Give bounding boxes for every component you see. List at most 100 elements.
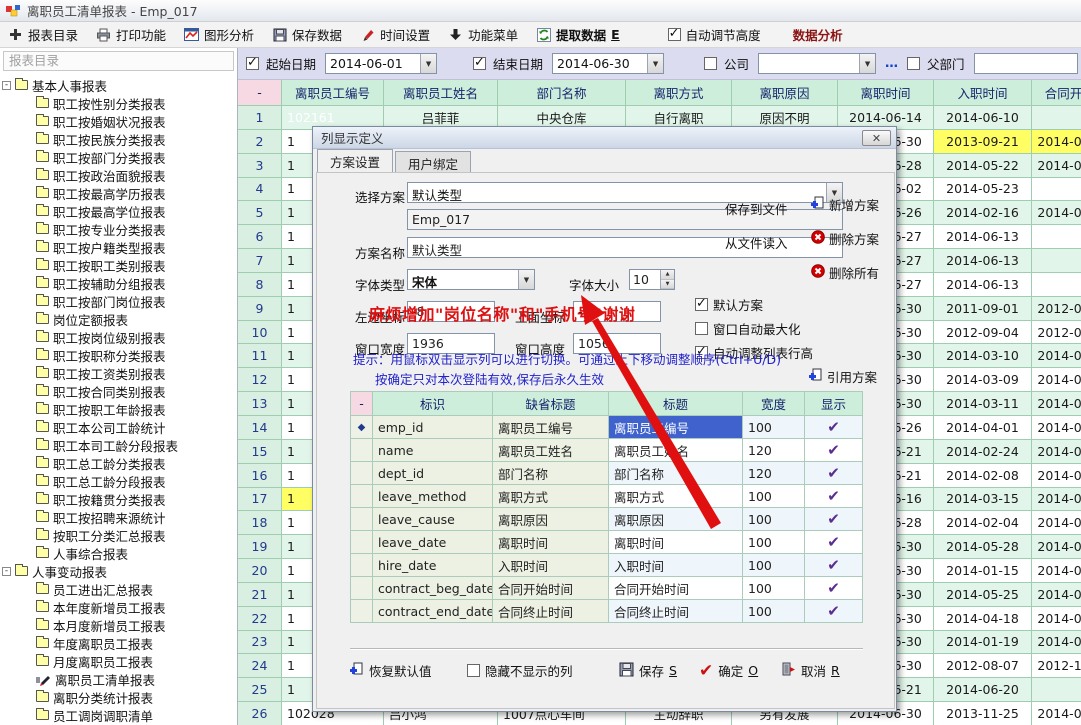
column-cell[interactable]: contract_end_date [373,600,493,623]
company-combo[interactable]: ▼ [758,53,876,74]
grid-cell[interactable]: 2014-02 [1032,631,1081,655]
grid-column-header[interactable]: 离职原因 [732,80,838,106]
grid-cell[interactable]: 2014-03-09 [934,368,1032,392]
column-row[interactable]: leave_method离职方式离职方式100✔ [351,485,863,508]
tree-item[interactable]: 职工本公司工龄统计 [2,418,236,436]
grid-cell[interactable]: 23 [238,631,282,655]
grid-cell[interactable]: 2014-05 [1032,154,1081,178]
grid-cell[interactable]: 20 [238,559,282,583]
tree-item[interactable]: 员工进出汇总报表 [2,580,236,598]
save-data-button[interactable]: 保存数据 [272,25,342,44]
tree-item[interactable]: 职工按合同类别报表 [2,382,236,400]
tree-item[interactable]: 职工按岗位级别报表 [2,328,236,346]
data-analysis-button[interactable]: 数据分析 [793,25,843,44]
tree-item[interactable]: 职工总工龄分段报表 [2,472,236,490]
grid-cell[interactable]: 2014-02-16 [934,201,1032,225]
tree-item[interactable]: 职工按职工类别报表 [2,256,236,274]
grid-column-header[interactable]: 离职时间 [838,80,934,106]
grid-cell[interactable]: 2014-02 [1032,440,1081,464]
auto-height-checkbox[interactable]: ✓ [668,28,681,41]
grid-cell[interactable]: 21 [238,583,282,607]
grid-column-header[interactable]: 部门名称 [498,80,626,106]
column-cell[interactable]: 100 [743,416,805,439]
column-cell[interactable]: 离职时间 [493,531,609,554]
column-cell[interactable]: 离职员工姓名 [609,439,743,462]
tree-item[interactable]: 职工按政治面貌报表 [2,166,236,184]
delete-all-button[interactable]: 删除所有 [811,263,879,282]
tree-item[interactable]: 职工按工资类别报表 [2,364,236,382]
tab-user-binding[interactable]: 用户绑定 [395,151,471,172]
grid-cell[interactable]: 2014-05-25 [934,583,1032,607]
column-cell[interactable]: 入职时间 [609,554,743,577]
time-settings-button[interactable]: 时间设置 [360,25,430,44]
grid-cell[interactable]: 19 [238,535,282,559]
grid-cell[interactable]: 2 [238,130,282,154]
grid-cell[interactable]: 2014-05-23 [934,178,1032,202]
tree-item[interactable]: 职工按部门分类报表 [2,148,236,166]
grid-column-header[interactable]: 离职员工编号 [282,80,384,106]
tree-group[interactable]: -基本人事报表 [2,76,236,94]
column-cell[interactable]: 合同开始时间 [609,577,743,600]
grid-cell[interactable]: 2014-06-10 [934,106,1032,130]
tree-item[interactable]: 职工按专业分类报表 [2,220,236,238]
grid-cell[interactable] [1032,106,1081,130]
grid-cell[interactable]: 2014-03 [1032,392,1081,416]
dialog-close-button[interactable]: ✕ [862,130,891,146]
grid-cell[interactable]: 2014-05-22 [934,154,1032,178]
print-button[interactable]: 打印功能 [96,25,166,44]
tree-item[interactable]: 职工按最高学位报表 [2,202,236,220]
tree-item[interactable]: 职工按最高学历报表 [2,184,236,202]
grid-cell[interactable]: 24 [238,654,282,678]
grid-cell[interactable]: 2014-03 [1032,368,1081,392]
grid-cell[interactable] [1032,178,1081,202]
grid-cell[interactable]: 12 [238,368,282,392]
grid-cell[interactable]: 2014-01 [1032,702,1081,725]
grid-cell[interactable]: 2014-03-10 [934,344,1032,368]
column-cell[interactable]: hire_date [373,554,493,577]
column-cell[interactable]: leave_cause [373,508,493,531]
grid-column-header[interactable]: 入职时间 [934,80,1032,106]
column-cell[interactable]: 部门名称 [609,462,743,485]
tree-item[interactable]: 职工按籍贯分类报表 [2,490,236,508]
tree-item[interactable]: 离职分类统计报表 [2,688,236,706]
grid-cell[interactable]: 2014-05 [1032,583,1081,607]
column-cell[interactable]: 合同开始时间 [493,577,609,600]
tree-item[interactable]: 年度离职员工报表 [2,634,236,652]
column-cell[interactable]: 离职原因 [493,508,609,531]
column-cell[interactable]: 部门名称 [493,462,609,485]
show-check-icon[interactable]: ✔ [805,600,863,623]
grid-cell[interactable]: 2011-09-01 [934,297,1032,321]
tree-item[interactable]: 职工按辅助分组报表 [2,274,236,292]
start-date-checkbox[interactable]: ✓ [246,57,259,70]
extract-data-button[interactable]: 提取数据E [536,25,620,44]
font-size-spinner[interactable]: 10 ▲▼ [629,269,675,290]
column-cell[interactable]: 离职员工姓名 [493,439,609,462]
grid-cell[interactable]: 2012-09 [1032,321,1081,345]
grid-cell[interactable]: 26 [238,702,282,725]
grid-cell[interactable]: 17 [238,488,282,512]
restore-defaults-button[interactable]: 恢复默认值 [350,661,432,680]
column-cell[interactable]: name [373,439,493,462]
grid-cell[interactable]: 2014-06-13 [934,273,1032,297]
grid-cell[interactable]: 2014-03 [1032,488,1081,512]
default-scheme-checkbox[interactable]: ✓ [695,298,708,311]
tree-item[interactable]: 职工按婚姻状况报表 [2,112,236,130]
grid-cell[interactable]: 2014-04-01 [934,416,1032,440]
dialog-title-bar[interactable]: 列显示定义 [313,127,896,149]
company-checkbox[interactable]: ✓ [704,57,717,70]
grid-cell[interactable]: 22 [238,607,282,631]
grid-cell[interactable]: 6 [238,225,282,249]
grid-cell[interactable]: 2012-09-04 [934,321,1032,345]
function-menu-button[interactable]: 功能菜单 [448,25,518,44]
collapse-icon[interactable]: - [2,81,11,90]
grid-column-header[interactable]: 合同开 [1032,80,1081,106]
grid-cell[interactable]: 4 [238,178,282,202]
tree-item[interactable]: 员工调岗调职清单 [2,706,236,724]
grid-cell[interactable]: 8 [238,273,282,297]
show-check-icon[interactable]: ✔ [805,577,863,600]
column-cell[interactable]: leave_method [373,485,493,508]
add-scheme-button[interactable]: 新增方案 [811,195,879,214]
grid-cell[interactable] [1032,273,1081,297]
grid-cell[interactable]: 13 [238,392,282,416]
column-cell[interactable]: 120 [743,462,805,485]
